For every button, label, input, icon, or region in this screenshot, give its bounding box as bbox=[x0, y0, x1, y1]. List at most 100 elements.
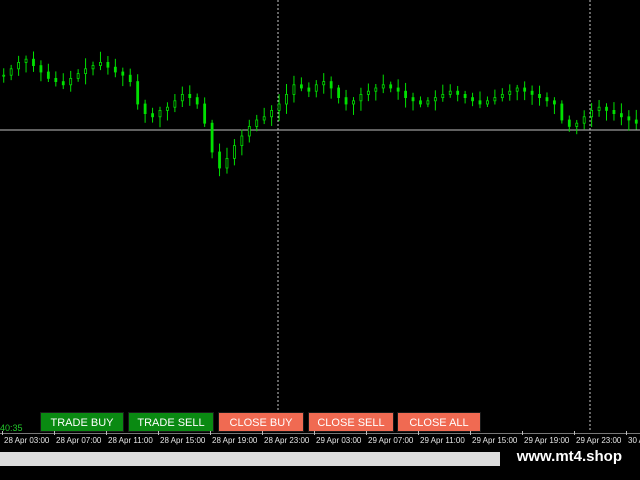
time-tick bbox=[54, 431, 55, 435]
candle bbox=[158, 110, 162, 118]
price-chart[interactable] bbox=[0, 0, 640, 430]
time-tick bbox=[574, 431, 575, 435]
candle bbox=[166, 106, 169, 111]
candle bbox=[352, 100, 355, 105]
candle bbox=[76, 73, 80, 79]
time-tick-label: 29 Apr 15:00 bbox=[472, 436, 518, 445]
candle bbox=[247, 126, 251, 137]
candle bbox=[337, 87, 341, 98]
trade-sell-button[interactable]: TRADE SELL bbox=[128, 412, 214, 432]
time-tick-label: 28 Apr 23:00 bbox=[264, 436, 310, 445]
candle bbox=[478, 100, 482, 105]
candle bbox=[493, 97, 497, 102]
time-tick-label: 29 Apr 07:00 bbox=[368, 436, 414, 445]
candle bbox=[619, 113, 623, 118]
candle bbox=[136, 81, 140, 105]
candle bbox=[233, 145, 236, 159]
candle bbox=[575, 122, 579, 127]
candle-timer: 40:35 bbox=[0, 423, 23, 433]
candle bbox=[530, 90, 534, 95]
candle bbox=[433, 97, 437, 102]
time-tick bbox=[158, 431, 159, 435]
candle bbox=[523, 87, 527, 92]
candle bbox=[329, 81, 333, 89]
candle bbox=[567, 119, 571, 127]
time-tick-label: 30 A bbox=[628, 436, 640, 445]
candle bbox=[441, 94, 445, 99]
trade-buy-button[interactable]: TRADE BUY bbox=[40, 412, 124, 432]
candle bbox=[396, 87, 400, 92]
candle bbox=[448, 90, 452, 95]
candle bbox=[359, 94, 363, 102]
candle bbox=[180, 94, 184, 102]
candle bbox=[426, 100, 430, 105]
candle bbox=[404, 90, 407, 98]
close-buy-button[interactable]: CLOSE BUY bbox=[218, 412, 304, 432]
time-tick-label: 29 Apr 19:00 bbox=[524, 436, 570, 445]
time-tick-label: 29 Apr 11:00 bbox=[420, 436, 465, 445]
candle bbox=[381, 84, 385, 89]
candle bbox=[605, 106, 608, 111]
candle bbox=[374, 87, 378, 92]
close-sell-button[interactable]: CLOSE SELL bbox=[308, 412, 394, 432]
candle bbox=[597, 106, 601, 111]
candle bbox=[255, 119, 259, 127]
candle bbox=[508, 90, 512, 95]
time-tick bbox=[366, 431, 367, 435]
candle bbox=[24, 58, 28, 63]
time-tick-label: 29 Apr 23:00 bbox=[576, 436, 622, 445]
candle bbox=[582, 116, 586, 124]
candle bbox=[203, 103, 207, 124]
watermark: www.mt4.shop bbox=[506, 446, 632, 468]
candle bbox=[307, 87, 311, 92]
candle bbox=[612, 110, 616, 115]
time-tick-label: 29 Apr 03:00 bbox=[316, 436, 362, 445]
candle bbox=[277, 103, 281, 111]
horizontal-scrollbar[interactable] bbox=[0, 452, 500, 466]
candle bbox=[84, 68, 87, 75]
candle bbox=[195, 97, 199, 105]
candle bbox=[218, 151, 221, 169]
candle bbox=[545, 97, 549, 102]
candle bbox=[299, 84, 303, 89]
candle bbox=[210, 122, 214, 153]
candle bbox=[173, 100, 177, 108]
candle bbox=[322, 81, 326, 86]
candle bbox=[2, 74, 6, 77]
candle bbox=[590, 110, 594, 118]
candle bbox=[113, 66, 117, 73]
candle bbox=[128, 74, 132, 82]
candle bbox=[225, 157, 229, 169]
time-tick bbox=[262, 431, 263, 435]
candle bbox=[553, 100, 556, 105]
chart-canvas[interactable] bbox=[0, 0, 640, 430]
time-tick bbox=[626, 431, 627, 435]
candle bbox=[292, 84, 296, 95]
candle bbox=[411, 97, 415, 102]
time-tick bbox=[106, 431, 107, 435]
candle bbox=[121, 71, 125, 76]
candle bbox=[9, 68, 13, 76]
time-tick-label: 28 Apr 07:00 bbox=[56, 436, 102, 445]
candle bbox=[366, 90, 370, 95]
candle bbox=[91, 65, 95, 70]
time-tick bbox=[522, 431, 523, 435]
candle bbox=[61, 81, 65, 86]
candle bbox=[285, 94, 288, 105]
candle bbox=[46, 71, 50, 79]
time-tick bbox=[314, 431, 315, 435]
candle bbox=[560, 103, 564, 121]
candle bbox=[54, 78, 58, 83]
candle bbox=[32, 58, 35, 67]
candle bbox=[188, 94, 192, 99]
time-tick bbox=[418, 431, 419, 435]
candle bbox=[151, 113, 154, 118]
close-all-button[interactable]: CLOSE ALL bbox=[397, 412, 481, 432]
candle bbox=[240, 135, 244, 146]
candle bbox=[314, 84, 318, 92]
candle bbox=[471, 97, 474, 102]
time-tick bbox=[470, 431, 471, 435]
candle bbox=[456, 90, 460, 95]
candle bbox=[344, 97, 348, 105]
candle bbox=[262, 116, 266, 121]
